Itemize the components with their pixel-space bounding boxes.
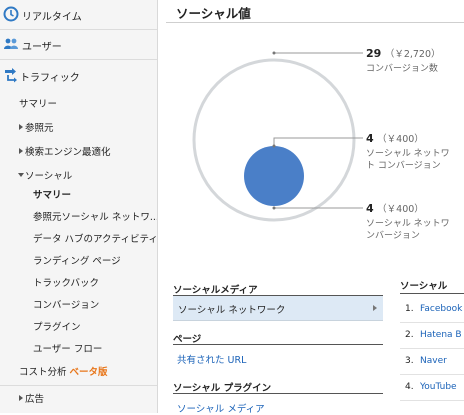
sidebar-item-conversions[interactable]: コンバージョン [0, 294, 157, 312]
expand-arrow-icon [19, 148, 23, 154]
row-link[interactable]: Hatena B [420, 330, 462, 340]
metric-value: （￥400） [377, 133, 424, 145]
metric-label: ンバージョン [366, 230, 420, 241]
table-row[interactable]: 3. Naver [400, 350, 464, 375]
table-row[interactable]: 1. Facebook [400, 298, 464, 323]
collapse-arrow-icon [18, 173, 24, 177]
sidebar-item-label: 参照元 [25, 123, 54, 134]
sidebar-item-label: プラグイン [33, 322, 81, 333]
social-network-row[interactable]: ソーシャル ネットワーク [173, 296, 383, 321]
metric-label: ソーシャル ネットワ [366, 218, 450, 229]
sidebar-item-social[interactable]: ソーシャル [0, 165, 157, 183]
social-conversions-circle [244, 146, 304, 206]
beta-badge: ベータ版 [69, 367, 108, 378]
chevron-right-icon [373, 305, 377, 311]
sidebar-item-label: リアルタイム [22, 12, 82, 23]
sidebar-item-label: データ ハブのアクティビティ [33, 234, 157, 245]
table-row[interactable]: 4. YouTube [400, 376, 464, 401]
page-title: ソーシャル値 [176, 6, 251, 21]
row-link[interactable]: YouTube [420, 382, 457, 392]
sidebar-item-network-referrals[interactable]: 参照元ソーシャル ネットワ... [0, 206, 157, 224]
sidebar-item-cost-analysis[interactable]: コスト分析 ベータ版 [0, 361, 157, 379]
metric-value: （￥400） [377, 203, 424, 215]
sidebar-item-label: コンバージョン [33, 300, 100, 311]
title-bar: ソーシャル値 [166, 0, 464, 23]
sidebar-item-label: ランディング ページ [33, 256, 121, 267]
sidebar-item-label: トラフィック [20, 73, 80, 84]
row-label: ソーシャル ネットワーク [178, 305, 286, 316]
sidebar-item-summary[interactable]: サマリー [0, 93, 157, 111]
sidebar: リアルタイム ユーザー トラフィック サマリー 参照元 検索エンジン最適化 ソー… [0, 0, 158, 413]
svg-text:4 （￥400）: 4 （￥400） [366, 202, 424, 215]
sidebar-item-label: 検索エンジン最適化 [25, 147, 111, 158]
table-row[interactable]: 2. Hatena B [400, 324, 464, 349]
sidebar-item-trackbacks[interactable]: トラックバック [0, 272, 157, 290]
sidebar-item-label: 広告 [25, 394, 45, 405]
sidebar-item-seo[interactable]: 検索エンジン最適化 [0, 141, 157, 159]
sidebar-item-audience[interactable]: ユーザー [0, 30, 157, 60]
row-link[interactable]: Naver [420, 356, 447, 366]
sidebar-item-traffic[interactable]: トラフィック [0, 61, 157, 90]
metric-label: ト コンバージョン [366, 160, 441, 171]
row-number: 4. [405, 382, 414, 392]
sidebar-item-label: ユーザー フロー [33, 344, 103, 355]
users-icon [4, 38, 18, 49]
table-header: ソーシャル [400, 281, 448, 292]
row-number: 1. [405, 304, 414, 314]
metric-count: 4 [366, 132, 374, 145]
row-number: 2. [405, 330, 414, 340]
svg-text:29 （￥2,720）: 29 （￥2,720） [366, 47, 441, 60]
main-content: ソーシャル値 29 （￥2,720） コンバージョン数 4 （￥400） ソーシ… [158, 0, 464, 415]
social-network-table: ソーシャル 1. Facebook 2. Hatena B 3. Naver 4… [400, 278, 464, 413]
sidebar-item-landing-pages[interactable]: ランディング ページ [0, 250, 157, 268]
sidebar-item-social-summary[interactable]: サマリー [0, 184, 157, 202]
shared-url-link[interactable]: 共有された URL [177, 352, 246, 366]
sidebar-item-label: トラックバック [33, 278, 100, 289]
row-link[interactable]: Facebook [420, 304, 462, 314]
sidebar-item-data-hub[interactable]: データ ハブのアクティビティ [0, 228, 157, 246]
sidebar-item-label: ソーシャル [25, 171, 73, 182]
svg-text:4 （￥400）: 4 （￥400） [366, 132, 424, 145]
metric-count: 29 [366, 47, 381, 60]
sidebar-item-visitors-flow[interactable]: ユーザー フロー [0, 338, 157, 356]
social-media-header: ソーシャルメディア [173, 285, 258, 296]
leader-line-assisted [273, 137, 363, 146]
social-value-bubble-chart: 29 （￥2,720） コンバージョン数 4 （￥400） ソーシャル ネットワ… [192, 47, 450, 241]
traffic-arrows-icon [5, 68, 17, 83]
divider [173, 393, 383, 394]
realtime-clock-icon [3, 6, 19, 22]
sidebar-item-realtime[interactable]: リアルタイム [0, 0, 157, 30]
sidebar-item-label: 参照元ソーシャル ネットワ... [33, 212, 157, 223]
metric-count: 4 [366, 202, 374, 215]
sidebar-item-label: コスト分析 [19, 367, 67, 378]
social-plugin-header: ソーシャル プラグイン [173, 383, 272, 394]
sidebar-item-label: ユーザー [22, 42, 62, 53]
metric-label: ソーシャル ネットワ [366, 148, 450, 159]
sidebar-item-label: サマリー [19, 99, 58, 110]
pages-header: ページ [173, 334, 202, 345]
expand-arrow-icon [19, 124, 23, 130]
sidebar-item-advertising[interactable]: 広告 [0, 385, 157, 408]
sidebar-item-plugins[interactable]: プラグイン [0, 316, 157, 334]
expand-arrow-icon [19, 395, 23, 401]
divider [400, 293, 464, 294]
sidebar-item-label: サマリー [33, 190, 72, 201]
row-number: 3. [405, 356, 414, 366]
metric-value: （￥2,720） [385, 48, 441, 60]
metric-label: コンバージョン数 [366, 62, 438, 74]
sidebar-item-sources[interactable]: 参照元 [0, 117, 157, 135]
divider [173, 344, 383, 345]
